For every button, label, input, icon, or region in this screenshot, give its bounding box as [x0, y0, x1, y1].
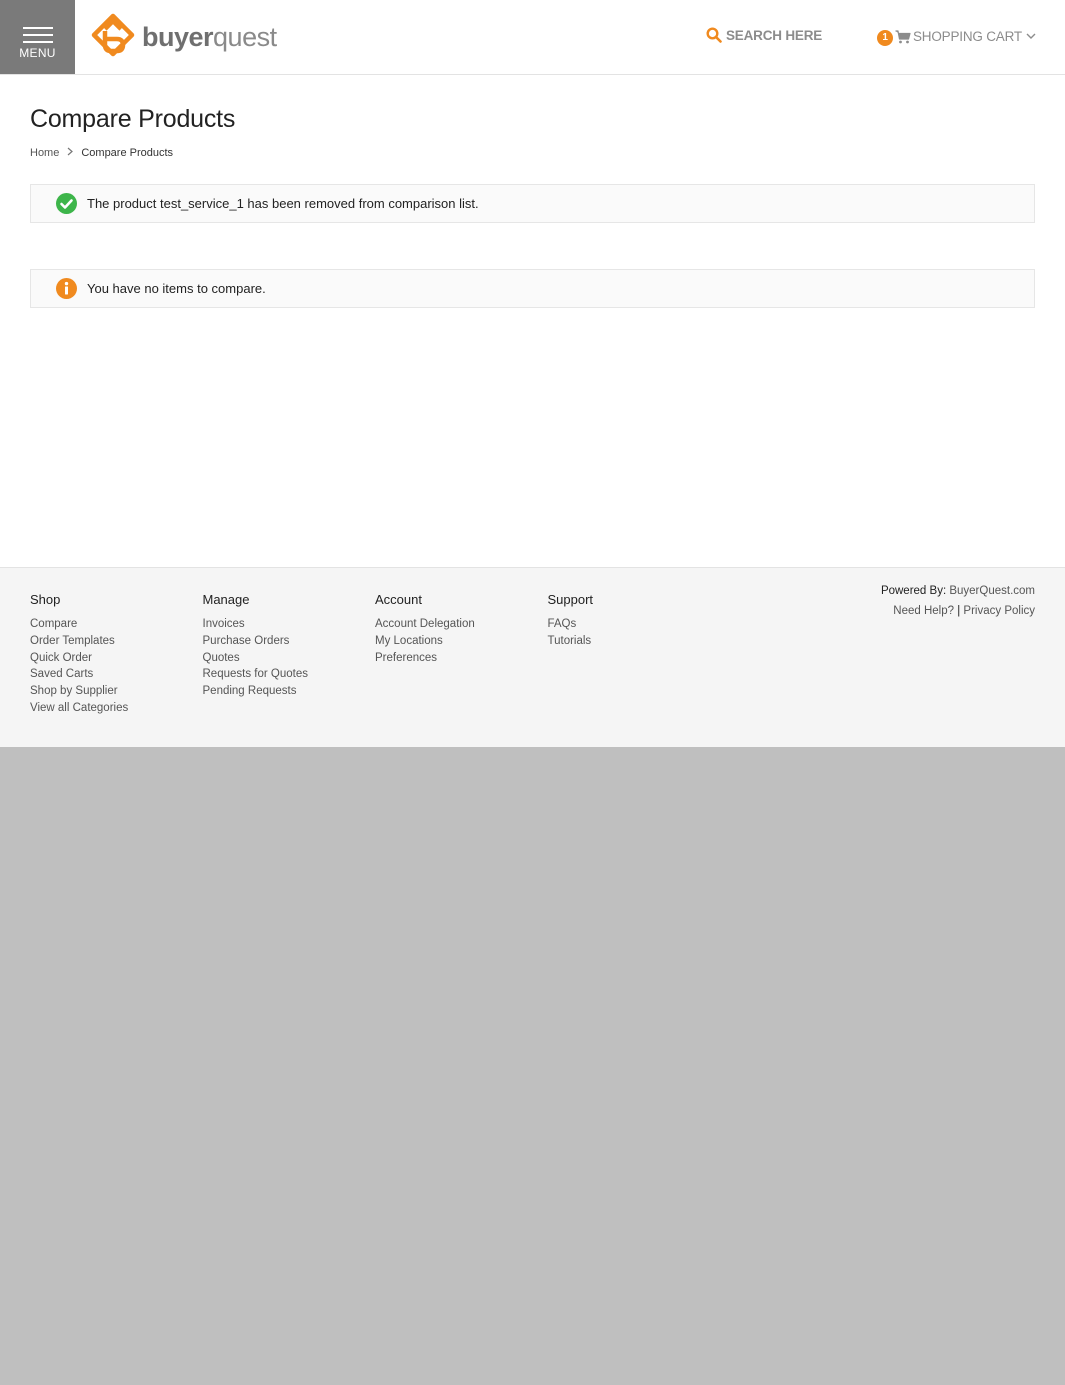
- help-links: Need Help? | Privacy Policy: [881, 605, 1035, 617]
- footer-heading: Support: [547, 592, 594, 607]
- footer-heading: Shop: [30, 592, 61, 607]
- footer: Shop Compare Order Templates Quick Order…: [0, 567, 1065, 747]
- cart-label: SHOPPING CART: [913, 29, 1022, 44]
- main-content: Compare Products Home Compare Products T…: [0, 75, 1065, 567]
- powered-by-label: Powered By:: [880, 585, 947, 597]
- shopping-cart-button[interactable]: 1 SHOPPING CART: [877, 27, 1038, 46]
- page-title: Compare Products: [30, 105, 236, 133]
- footer-col-support: Support FAQs Tutorials: [548, 592, 721, 717]
- footer-link-shop-by-supplier[interactable]: Shop by Supplier: [30, 683, 203, 700]
- menu-button[interactable]: MENU: [0, 0, 75, 74]
- logo[interactable]: buyerquest: [90, 13, 277, 61]
- hamburger-icon: [23, 27, 53, 48]
- footer-col-shop: Shop Compare Order Templates Quick Order…: [30, 592, 203, 717]
- footer-col-manage: Manage Invoices Purchase Orders Quotes R…: [203, 592, 376, 717]
- page: MENU buyerquest SEARCH HERE 1 SHOPPING C…: [0, 0, 1065, 747]
- header: MENU buyerquest SEARCH HERE 1 SHOPPING C…: [0, 0, 1065, 75]
- chevron-right-icon: [67, 147, 74, 159]
- logo-text: buyerquest: [142, 21, 277, 52]
- footer-link-saved-carts[interactable]: Saved Carts: [30, 666, 203, 683]
- footer-link-tutorials[interactable]: Tutorials: [548, 633, 721, 650]
- footer-link-preferences[interactable]: Preferences: [375, 650, 548, 667]
- powered-by: Powered By: BuyerQuest.com: [881, 585, 1035, 597]
- logo-mark-icon: [91, 13, 135, 57]
- info-message: You have no items to compare.: [30, 269, 1035, 308]
- footer-link-invoices[interactable]: Invoices: [203, 616, 376, 633]
- footer-heading: Account: [375, 592, 422, 607]
- footer-link-compare[interactable]: Compare: [30, 616, 203, 633]
- footer-link-order-templates[interactable]: Order Templates: [30, 633, 203, 650]
- footer-col-account: Account Account Delegation My Locations …: [375, 592, 548, 717]
- cart-icon: [895, 29, 911, 43]
- success-message-text: The product test_service_1 has been remo…: [87, 196, 479, 211]
- footer-heading: Manage: [202, 592, 250, 607]
- chevron-down-icon: [1026, 33, 1036, 39]
- footer-link-quick-order[interactable]: Quick Order: [30, 650, 203, 667]
- menu-label: MENU: [19, 46, 56, 60]
- footer-link-quotes[interactable]: Quotes: [203, 650, 376, 667]
- breadcrumb-current: Compare Products: [81, 147, 174, 159]
- footer-meta: Powered By: BuyerQuest.com Need Help? | …: [881, 585, 1035, 617]
- search-label: SEARCH HERE: [726, 27, 823, 43]
- cart-count-badge: 1: [877, 30, 893, 46]
- powered-by-link[interactable]: BuyerQuest.com: [949, 585, 1035, 597]
- info-circle-icon: [56, 278, 77, 299]
- need-help-link[interactable]: Need Help?: [893, 605, 954, 617]
- footer-link-view-all-categories[interactable]: View all Categories: [30, 700, 203, 717]
- info-message-text: You have no items to compare.: [87, 281, 266, 296]
- search-icon: [706, 27, 722, 43]
- success-message: The product test_service_1 has been remo…: [30, 184, 1035, 223]
- separator: |: [957, 605, 961, 617]
- footer-link-purchase-orders[interactable]: Purchase Orders: [203, 633, 376, 650]
- footer-link-my-locations[interactable]: My Locations: [375, 633, 548, 650]
- footer-link-pending-requests[interactable]: Pending Requests: [203, 683, 376, 700]
- privacy-policy-link[interactable]: Privacy Policy: [963, 605, 1035, 617]
- footer-link-account-delegation[interactable]: Account Delegation: [375, 616, 548, 633]
- breadcrumb: Home Compare Products: [30, 147, 1035, 159]
- footer-link-requests-for-quotes[interactable]: Requests for Quotes: [203, 666, 376, 683]
- check-circle-icon: [56, 193, 77, 214]
- breadcrumb-home-link[interactable]: Home: [30, 147, 59, 159]
- search-button[interactable]: SEARCH HERE: [706, 27, 822, 43]
- footer-link-faqs[interactable]: FAQs: [548, 616, 721, 633]
